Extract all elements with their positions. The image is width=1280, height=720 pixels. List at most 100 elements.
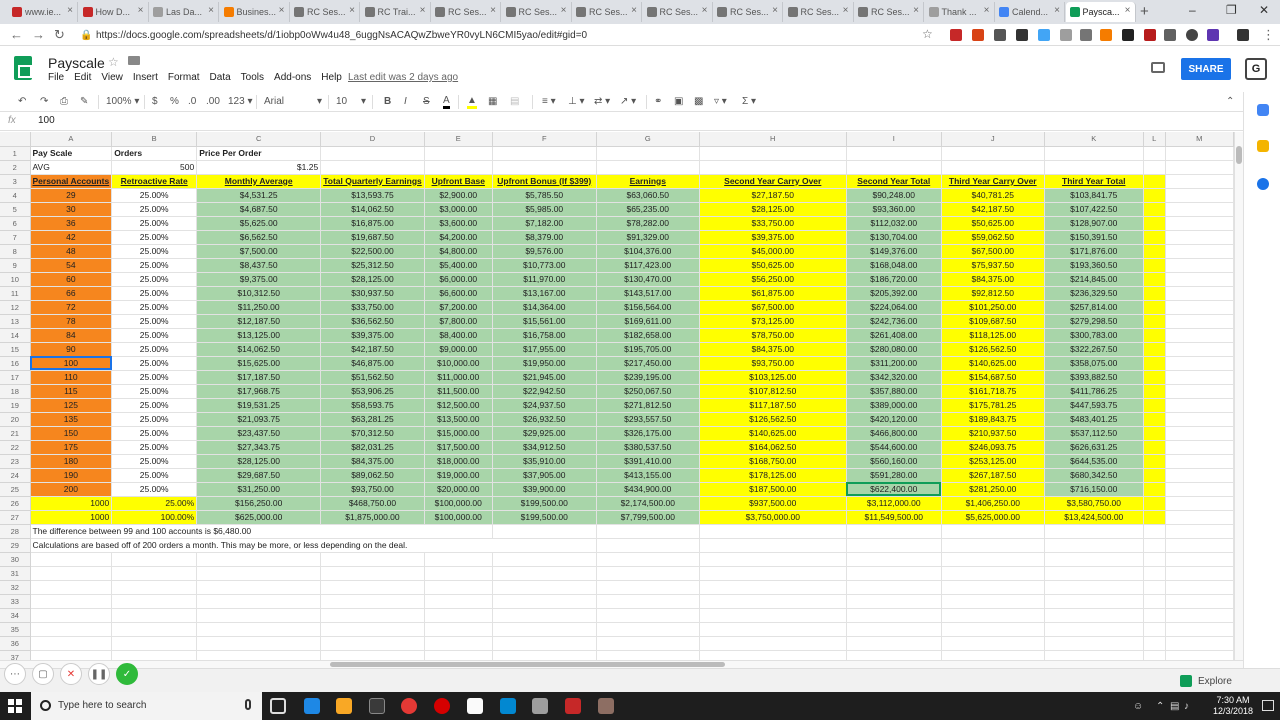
data-cell[interactable]: $8,437.50 [196,258,322,273]
cell[interactable] [596,146,700,161]
row-header[interactable]: 37 [0,650,31,660]
data-cell[interactable]: $389,000.00 [846,398,942,413]
cell[interactable] [596,552,700,567]
data-cell[interactable]: $26,932.50 [492,412,597,427]
data-cell[interactable]: $2,900.00 [424,188,493,203]
cell[interactable] [320,146,425,161]
row-header[interactable]: 7 [0,230,31,245]
data-cell[interactable]: $434,900.00 [596,482,700,497]
cell[interactable] [1143,524,1166,539]
cell[interactable] [1143,468,1166,483]
cell[interactable] [1044,146,1144,161]
cell-price-per-order-label[interactable]: Price Per Order [196,146,322,161]
collapse-menus-icon[interactable]: ⌃ [1226,95,1234,109]
data-cell[interactable]: 25.00% [111,314,198,329]
data-cell[interactable]: $391,410.00 [596,454,700,469]
cell[interactable] [846,566,942,581]
data-cell[interactable]: $267,187.50 [941,468,1045,483]
row-header[interactable]: 35 [0,622,31,637]
cell[interactable] [492,524,597,539]
data-cell[interactable]: $537,112.50 [1044,426,1144,441]
data-cell[interactable]: $214,845.00 [1044,272,1144,287]
accounts-cell[interactable]: 42 [30,230,113,245]
row-header[interactable]: 27 [0,510,31,525]
data-cell[interactable]: $78,282.00 [596,216,700,231]
cell[interactable] [492,160,597,175]
cell[interactable] [1143,482,1166,497]
percent-format-button[interactable]: % [170,95,179,109]
row-header[interactable]: 11 [0,286,31,301]
cell[interactable] [1143,552,1166,567]
browser-tab[interactable]: www.ie... × [8,2,78,22]
cell[interactable] [941,552,1045,567]
data-cell[interactable]: $67,500.00 [699,300,847,315]
cell[interactable] [1165,426,1234,441]
data-cell[interactable]: $210,937.50 [941,426,1045,441]
microphone-icon[interactable] [245,699,251,710]
column-header[interactable]: J [941,132,1045,147]
data-cell[interactable]: $217,450.00 [596,356,700,371]
cell[interactable] [1165,594,1234,609]
filter-icon[interactable]: ▿ ▾ [714,95,727,109]
total-cell[interactable]: $3,580,750.00 [1044,496,1144,511]
data-cell[interactable]: $393,882.50 [1044,370,1144,385]
new-tab-icon[interactable]: + [1140,3,1149,20]
cell[interactable] [846,524,942,539]
borders-icon[interactable]: ▦ [488,95,497,109]
data-cell[interactable]: $109,687.50 [941,314,1045,329]
tab-close-icon[interactable]: × [1054,5,1060,16]
total-cell[interactable]: 1000 [30,496,113,511]
cell[interactable] [320,622,425,637]
cell[interactable] [320,608,425,623]
total-cell[interactable]: $199,500.00 [492,510,597,525]
data-cell[interactable]: $29,925.00 [492,426,597,441]
cell[interactable] [596,524,700,539]
data-cell[interactable]: $89,062.50 [320,468,425,483]
data-cell[interactable]: $10,773.00 [492,258,597,273]
show-hidden-icons[interactable]: ⌃ [1156,701,1164,712]
cell[interactable] [1143,650,1166,660]
data-cell[interactable]: $92,812.50 [941,286,1045,301]
data-cell[interactable]: 25.00% [111,370,198,385]
cell[interactable] [30,622,113,637]
data-cell[interactable]: $28,125.00 [320,272,425,287]
accounts-cell[interactable]: 30 [30,202,113,217]
cell[interactable] [196,650,322,660]
data-cell[interactable]: $15,561.00 [492,314,597,329]
cell[interactable] [1165,650,1234,660]
cell[interactable] [1143,440,1166,455]
row-header[interactable]: 9 [0,258,31,273]
insert-chart-icon[interactable]: ▩ [694,95,703,109]
more-formats-select[interactable]: 123 ▾ [228,95,253,109]
data-cell[interactable]: 25.00% [111,468,198,483]
data-cell[interactable]: $107,422.50 [1044,202,1144,217]
data-cell[interactable]: $27,187.50 [699,188,847,203]
row-header[interactable]: 12 [0,300,31,315]
cell[interactable] [1165,230,1234,245]
cell[interactable] [424,650,493,660]
cell[interactable] [1044,650,1144,660]
minimize-icon[interactable]: – [1189,3,1196,17]
cell[interactable] [320,594,425,609]
cell[interactable] [1143,426,1166,441]
data-cell[interactable]: 25.00% [111,258,198,273]
cell[interactable] [1165,524,1234,539]
cell[interactable] [1143,538,1166,553]
row-header[interactable]: 31 [0,566,31,581]
data-cell[interactable]: $168,750.00 [699,454,847,469]
cell[interactable] [492,594,597,609]
file-explorer-icon[interactable] [336,698,352,714]
data-cell[interactable]: $187,500.00 [699,482,847,497]
row-header[interactable]: 1 [0,146,31,161]
data-cell[interactable]: $40,781.25 [941,188,1045,203]
keep-addon-icon[interactable] [1257,140,1269,152]
cell[interactable] [699,524,847,539]
cell[interactable] [1044,160,1144,175]
accounts-cell[interactable]: 29 [30,188,113,203]
browser-tab[interactable]: RC Trai... × [361,2,431,22]
data-cell[interactable]: $9,576.00 [492,244,597,259]
data-cell[interactable]: $84,375.00 [699,342,847,357]
row-header[interactable]: 19 [0,398,31,413]
total-cell[interactable]: $100,000.00 [424,510,493,525]
data-cell[interactable]: 25.00% [111,454,198,469]
